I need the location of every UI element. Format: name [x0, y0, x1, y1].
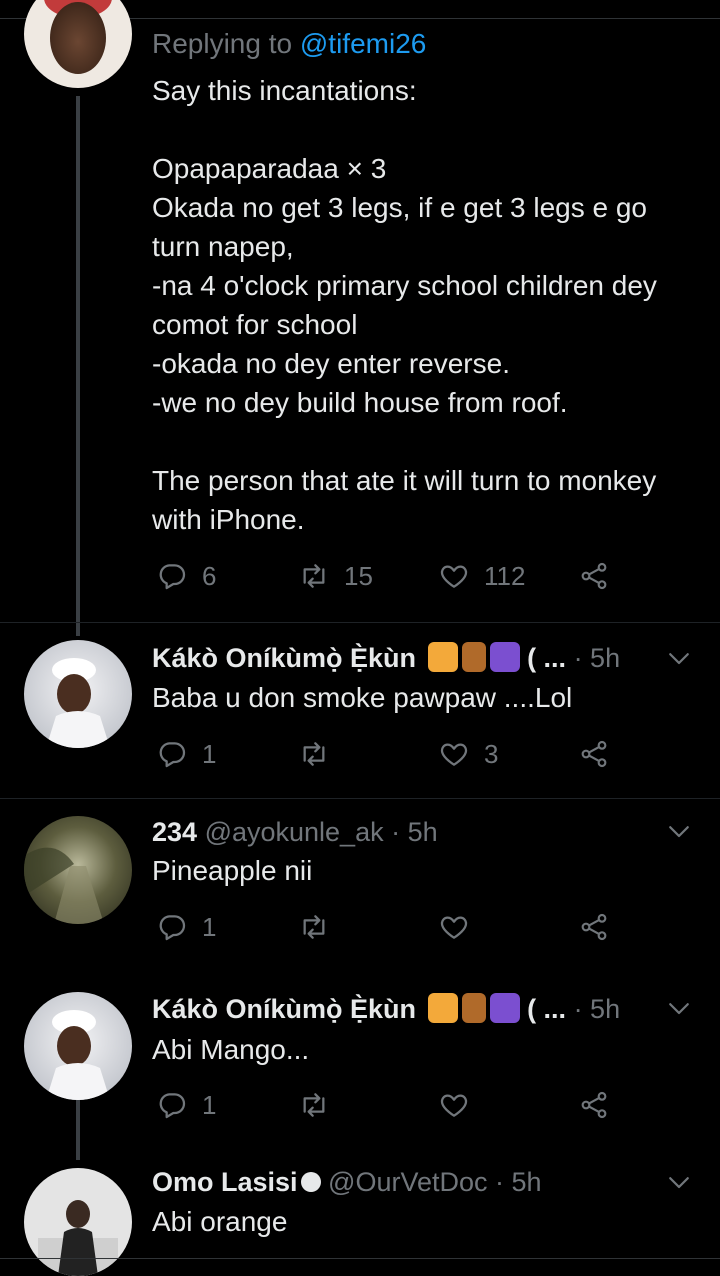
share-button[interactable]: [578, 560, 610, 592]
avatar[interactable]: [24, 640, 132, 748]
retweet-button[interactable]: [298, 1089, 344, 1121]
reply-header: Kákò Oníkùmọ̀ Ẹ̀kùn ( ... · 5h: [152, 993, 621, 1024]
like-icon: [438, 1089, 470, 1121]
retweet-button[interactable]: [298, 738, 344, 770]
divider: [0, 798, 720, 799]
like-icon: [438, 911, 470, 943]
share-icon: [578, 560, 610, 592]
share-button[interactable]: [578, 911, 610, 943]
like-button[interactable]: 3: [438, 738, 498, 770]
replying-to: Replying to @tifemi26: [152, 28, 427, 59]
share-icon: [578, 911, 610, 943]
aries-emoji: [489, 642, 520, 672]
handle[interactable]: @ayokunle_ak: [197, 817, 384, 847]
reply-text: Pineapple nii: [152, 855, 313, 886]
avatar[interactable]: [24, 0, 132, 88]
reply-icon: [156, 1089, 188, 1121]
reply-button[interactable]: 1: [156, 911, 216, 943]
reply-header: Omo Lasisi @OurVetDoc · 5h: [152, 1167, 542, 1197]
display-name[interactable]: Kákò Oníkùmọ̀ Ẹ̀kùn: [152, 643, 416, 673]
smile-emoji: [300, 1172, 321, 1192]
reply-header: 234 @ayokunle_ak · 5h: [152, 817, 438, 847]
display-name[interactable]: Omo Lasisi: [152, 1167, 298, 1197]
retweet-icon: [298, 560, 330, 592]
avatar[interactable]: [24, 1168, 132, 1276]
reply-button[interactable]: 1: [156, 1089, 216, 1121]
replying-handle-link[interactable]: @tifemi26: [300, 28, 426, 59]
reply-icon: [156, 560, 188, 592]
lion-emoji: [427, 642, 458, 672]
lion-emoji: [427, 993, 458, 1023]
divider: [0, 622, 720, 623]
reply-button[interactable]: 1: [156, 738, 216, 770]
avatar[interactable]: [24, 992, 132, 1100]
share-button[interactable]: [578, 738, 610, 770]
chevron-down-icon[interactable]: [664, 993, 694, 1023]
retweet-icon: [298, 738, 330, 770]
reply-icon: [156, 738, 188, 770]
chevron-down-icon[interactable]: [664, 816, 694, 846]
display-name[interactable]: Kákò Oníkùmọ̀ Ẹ̀kùn: [152, 994, 416, 1024]
aries-emoji: [489, 993, 520, 1023]
handle[interactable]: @OurVetDoc: [321, 1167, 487, 1197]
chevron-down-icon[interactable]: [664, 1167, 694, 1197]
reply-text: Abi orange: [152, 1206, 288, 1237]
retweet-button[interactable]: 15: [298, 560, 373, 592]
bottom-divider: [0, 1258, 720, 1259]
chevron-down-icon[interactable]: [664, 643, 694, 673]
like-icon: [438, 738, 470, 770]
like-button[interactable]: [438, 1089, 484, 1121]
like-button[interactable]: 112: [438, 560, 525, 592]
reply-header: Kákò Oníkùmọ̀ Ẹ̀kùn ( ... · 5h: [152, 642, 621, 673]
like-button[interactable]: [438, 911, 484, 943]
share-button[interactable]: [578, 1089, 610, 1121]
share-icon: [578, 1089, 610, 1121]
retweet-icon: [298, 911, 330, 943]
reply-text: Abi Mango...: [152, 1034, 310, 1065]
retweet-button[interactable]: [298, 911, 344, 943]
pick-emoji: [461, 993, 486, 1023]
reply-text: Baba u don smoke pawpaw ....Lol: [152, 682, 573, 713]
share-icon: [578, 738, 610, 770]
like-icon: [438, 560, 470, 592]
reply-icon: [156, 911, 188, 943]
pick-emoji: [461, 642, 486, 672]
thread-line: [76, 96, 80, 636]
retweet-icon: [298, 1089, 330, 1121]
reply-button[interactable]: 6: [156, 560, 216, 592]
thread-line: [76, 1100, 80, 1160]
tweet-text: Say this incantations: Opapaparadaa × 3 …: [152, 75, 657, 535]
avatar[interactable]: [24, 816, 132, 924]
display-name[interactable]: 234: [152, 817, 197, 847]
